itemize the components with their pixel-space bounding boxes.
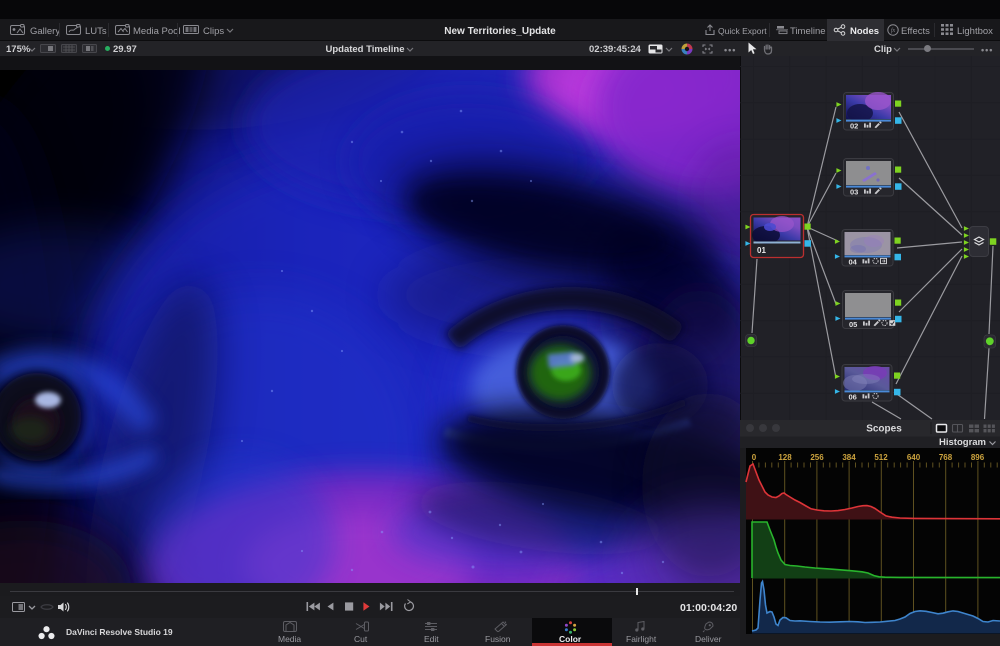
svg-text:04: 04 [849,257,858,266]
svg-text:896: 896 [971,453,985,462]
svg-text:256: 256 [810,453,824,462]
svg-text:fx: fx [891,27,896,34]
svg-text:05: 05 [849,320,857,329]
svg-text:0: 0 [752,453,757,462]
svg-text:02: 02 [850,122,858,131]
svg-text:03: 03 [850,188,858,197]
svg-text:06: 06 [849,392,857,401]
svg-text:01: 01 [757,246,766,255]
svg-text:384: 384 [842,453,856,462]
svg-text:640: 640 [907,453,921,462]
svg-text:Scopes: Scopes [866,424,902,435]
svg-text:128: 128 [778,453,792,462]
svg-text:512: 512 [874,453,888,462]
svg-text:Histogram: Histogram [939,437,986,448]
svg-text:768: 768 [939,453,953,462]
